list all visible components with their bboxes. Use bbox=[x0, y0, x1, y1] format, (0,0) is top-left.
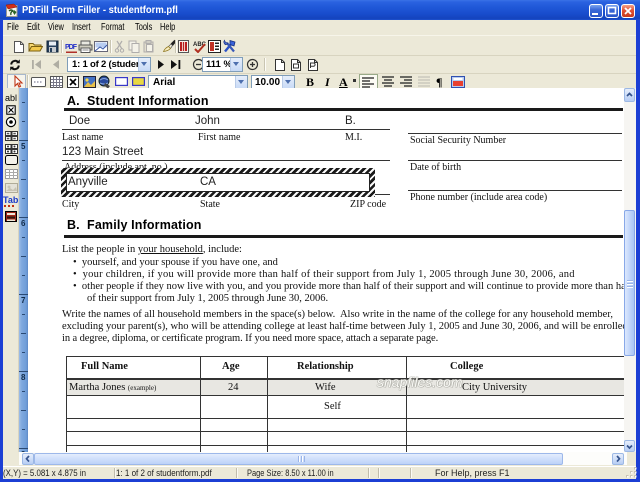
svg-text:5: 5 bbox=[21, 142, 26, 151]
svg-text:7: 7 bbox=[21, 296, 26, 305]
svg-text:8: 8 bbox=[21, 373, 26, 382]
svg-text:6: 6 bbox=[21, 219, 26, 228]
svg-text:PDF: PDF bbox=[65, 44, 78, 51]
